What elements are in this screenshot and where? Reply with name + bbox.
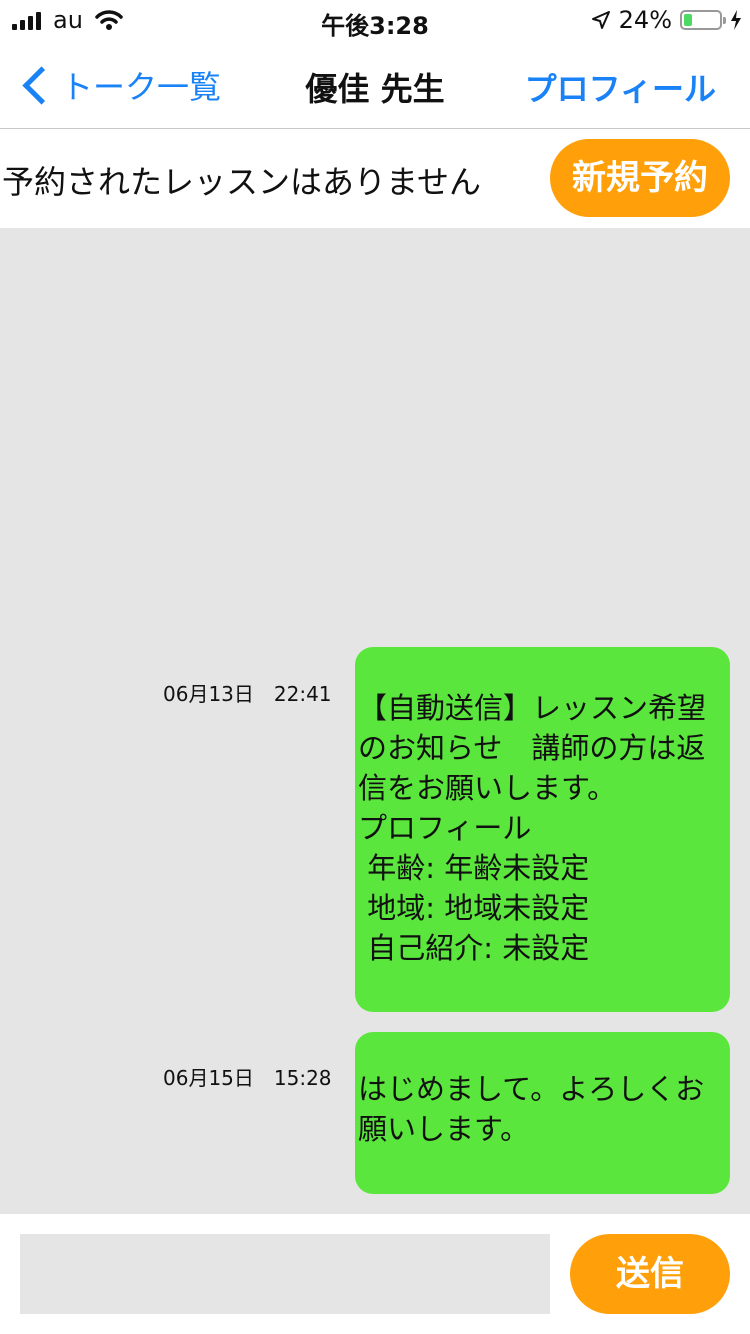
reservation-bar: 予約されたレッスンはありません 新規予約 — [0, 129, 750, 227]
message-input[interactable] — [20, 1234, 550, 1314]
status-bar: au 午後3:28 24% — [0, 0, 750, 40]
message-timestamp: 06月13日 22:41 — [163, 682, 332, 706]
new-reservation-button[interactable]: 新規予約 — [550, 139, 730, 217]
send-button[interactable]: 送信 — [570, 1234, 730, 1314]
profile-button[interactable]: プロフィール — [525, 64, 716, 110]
charging-bolt-icon — [731, 10, 741, 30]
battery-percent: 24% — [618, 6, 672, 34]
battery-icon — [680, 10, 726, 30]
message-timestamp: 06月15日 15:28 — [163, 1066, 332, 1090]
message-bubble[interactable]: はじめまして。よろしくお願いします。 — [355, 1032, 730, 1194]
chat-message-list[interactable]: 06月13日 22:41 【自動送信】レッスン希望のお知らせ 講師の方は返信をお… — [0, 228, 750, 1214]
message-bubble[interactable]: 【自動送信】レッスン希望のお知らせ 講師の方は返信をお願いします。 プロフィール… — [355, 647, 730, 1012]
location-arrow-icon — [591, 11, 610, 29]
message-composer: 送信 — [0, 1214, 750, 1334]
navigation-bar: トーク一覧 優佳 先生 プロフィール — [0, 44, 750, 129]
reservation-status-text: 予約されたレッスンはありません — [2, 163, 482, 201]
